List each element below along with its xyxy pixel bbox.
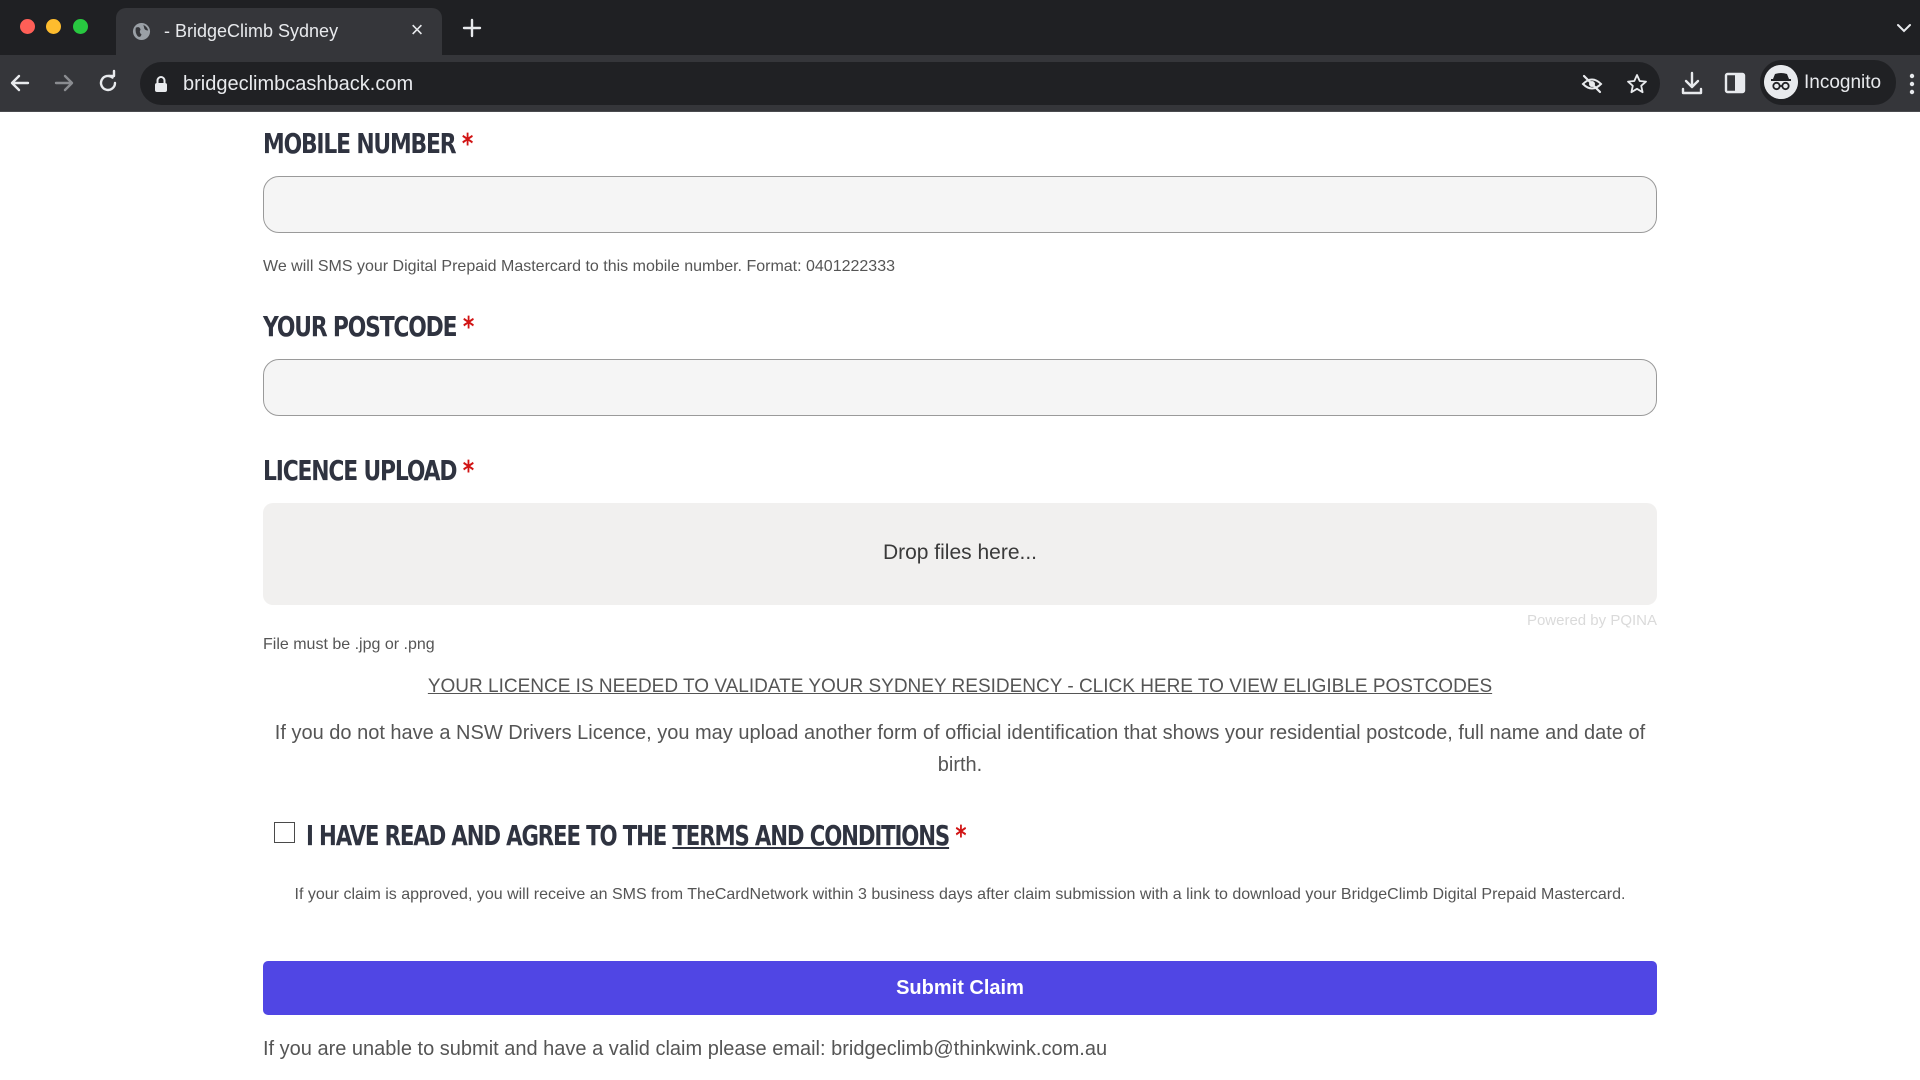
arrow-left-icon[interactable] [5,68,35,98]
licence-file-dropzone[interactable]: Drop files here... [263,503,1657,605]
required-asterisk: * [955,819,966,852]
arrow-right-icon[interactable] [49,68,79,98]
support-email-note: If you are unable to submit and have a v… [263,1038,1108,1060]
terms-label: I HAVE READ AND AGREE TO THE TERMS AND C… [306,819,967,852]
star-icon[interactable] [1626,73,1648,95]
required-asterisk: * [462,310,474,343]
tab-title: - BridgeClimb Sydney [164,21,339,41]
incognito-profile-button[interactable]: Incognito [1760,60,1896,105]
side-panel-icon[interactable] [1722,70,1748,96]
terms-label-text: I HAVE READ AND AGREE TO THE [306,819,667,852]
kebab-menu-icon[interactable] [1908,72,1916,96]
address-bar[interactable]: bridgeclimbcashback.com [140,62,1660,105]
licence-file-help: File must be .jpg or .png [263,636,435,653]
browser-tab[interactable]: - BridgeClimb Sydney × [116,8,442,55]
powered-by-link[interactable]: Powered by PQINA [1500,612,1657,629]
required-asterisk: * [461,127,473,160]
eligible-postcodes-link[interactable]: YOUR LICENCE IS NEEDED TO VALIDATE YOUR … [263,676,1657,698]
mobile-number-input[interactable] [263,176,1657,233]
claim-form-page: MOBILE NUMBER * We will SMS your Digital… [0,113,1920,1080]
required-asterisk: * [462,454,474,487]
sms-approval-note: If your claim is approved, you will rece… [294,886,1626,903]
browser-toolbar: bridgeclimbcashback.com Incognito [0,55,1920,112]
reload-icon[interactable] [93,68,123,98]
dropzone-text: Drop files here... [882,541,1038,564]
mobile-number-help: We will SMS your Digital Prepaid Masterc… [263,258,895,275]
terms-and-conditions-link[interactable]: TERMS AND CONDITIONS [672,819,950,852]
profile-label: Incognito [1804,72,1882,93]
window-maximize-button[interactable] [73,19,88,34]
browser-tab-bar: - BridgeClimb Sydney × [0,0,1920,55]
postcode-input[interactable] [263,359,1657,416]
mobile-number-label: MOBILE NUMBER * [263,127,473,160]
licence-upload-label: LICENCE UPLOAD * [263,454,474,487]
chevron-down-icon[interactable] [1894,18,1914,38]
window-minimize-button[interactable] [46,19,61,34]
globe-icon [132,22,151,41]
identification-note: If you do not have a NSW Drivers Licence… [274,722,1646,776]
eye-off-icon[interactable] [1581,73,1603,95]
licence-upload-label-text: LICENCE UPLOAD [263,454,457,487]
url-text[interactable]: bridgeclimbcashback.com [183,73,413,96]
submit-claim-button[interactable]: Submit Claim [263,961,1657,1015]
lock-icon[interactable] [153,75,169,93]
incognito-icon [1764,65,1798,99]
terms-checkbox[interactable] [274,822,295,843]
mobile-number-label-text: MOBILE NUMBER [263,127,457,160]
plus-icon[interactable] [456,12,488,44]
tab-close-icon[interactable]: × [404,17,430,43]
postcode-label-text: YOUR POSTCODE [263,310,458,343]
window-close-button[interactable] [20,19,35,34]
download-icon[interactable] [1679,70,1705,96]
postcode-label: YOUR POSTCODE * [263,310,474,343]
